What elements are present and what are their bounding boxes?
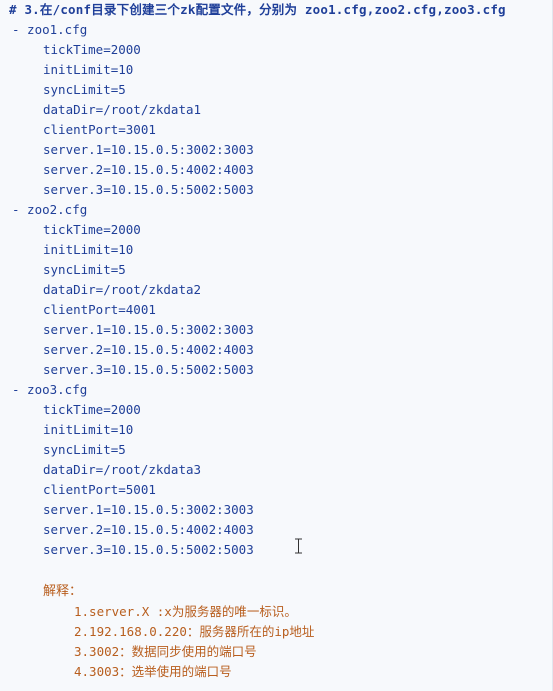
config-line: server.3=10.15.0.5:5002:5003 [43, 182, 254, 197]
config-line: server.3=10.15.0.5:5002:5003 [43, 362, 254, 377]
config-line: server.2=10.15.0.5:4002:4003 [43, 342, 254, 357]
notes-title: 解释： [43, 584, 83, 599]
config-line: initLimit=10 [43, 62, 134, 77]
config-line: dataDir=/root/zkdata3 [43, 462, 202, 477]
file-name-zoo1: - zoo1.cfg [12, 22, 88, 37]
config-line: server.1=10.15.0.5:3002:3003 [43, 502, 254, 517]
config-line: dataDir=/root/zkdata2 [43, 282, 202, 297]
config-line: server.1=10.15.0.5:3002:3003 [43, 142, 254, 157]
note-item: 3.3002：数据同步使用的端口号 [74, 644, 257, 659]
config-line: tickTime=2000 [43, 222, 141, 237]
config-line: dataDir=/root/zkdata1 [43, 102, 202, 117]
config-line: syncLimit=5 [43, 82, 126, 97]
config-line: server.2=10.15.0.5:4002:4003 [43, 162, 254, 177]
config-line: initLimit=10 [43, 242, 134, 257]
note-item: 4.3003：选举使用的端口号 [74, 664, 232, 679]
file-name-zoo3: - zoo3.cfg [12, 382, 88, 397]
config-line: clientPort=5001 [43, 482, 156, 497]
config-line: server.1=10.15.0.5:3002:3003 [43, 322, 254, 337]
config-line: clientPort=4001 [43, 302, 156, 317]
config-line: syncLimit=5 [43, 262, 126, 277]
file-name-zoo2: - zoo2.cfg [12, 202, 88, 217]
text-cursor-icon [295, 538, 302, 554]
config-line: server.3=10.15.0.5:5002:5003 [43, 542, 254, 557]
config-line: tickTime=2000 [43, 42, 141, 57]
note-item: 1.server.X :x为服务器的唯一标识。 [74, 604, 297, 619]
section-heading: # 3.在/conf目录下创建三个zk配置文件，分别为 zoo1.cfg,zoo… [9, 2, 506, 17]
config-line: initLimit=10 [43, 422, 134, 437]
config-line: syncLimit=5 [43, 442, 126, 457]
note-item: 2.192.168.0.220：服务器所在的ip地址 [74, 624, 315, 639]
config-line: server.2=10.15.0.5:4002:4003 [43, 522, 254, 537]
config-line: tickTime=2000 [43, 402, 141, 417]
config-line: clientPort=3001 [43, 122, 156, 137]
editor-panel: # 3.在/conf目录下创建三个zk配置文件，分别为 zoo1.cfg,zoo… [0, 0, 553, 691]
